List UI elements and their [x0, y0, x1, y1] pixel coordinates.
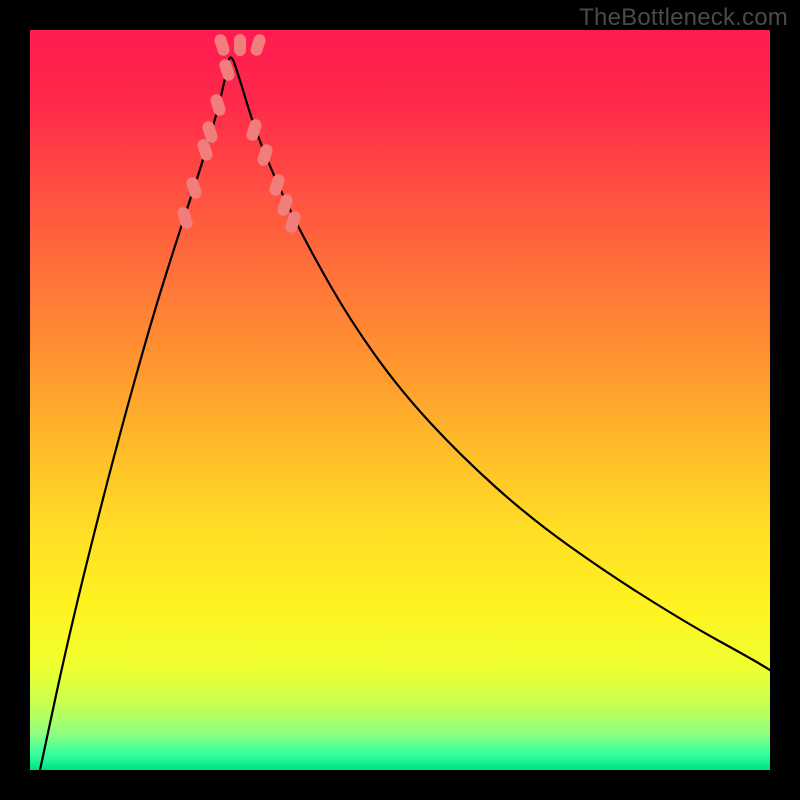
- chart-frame: [30, 30, 770, 770]
- watermark-text: TheBottleneck.com: [579, 4, 788, 32]
- gradient-background: [30, 30, 770, 770]
